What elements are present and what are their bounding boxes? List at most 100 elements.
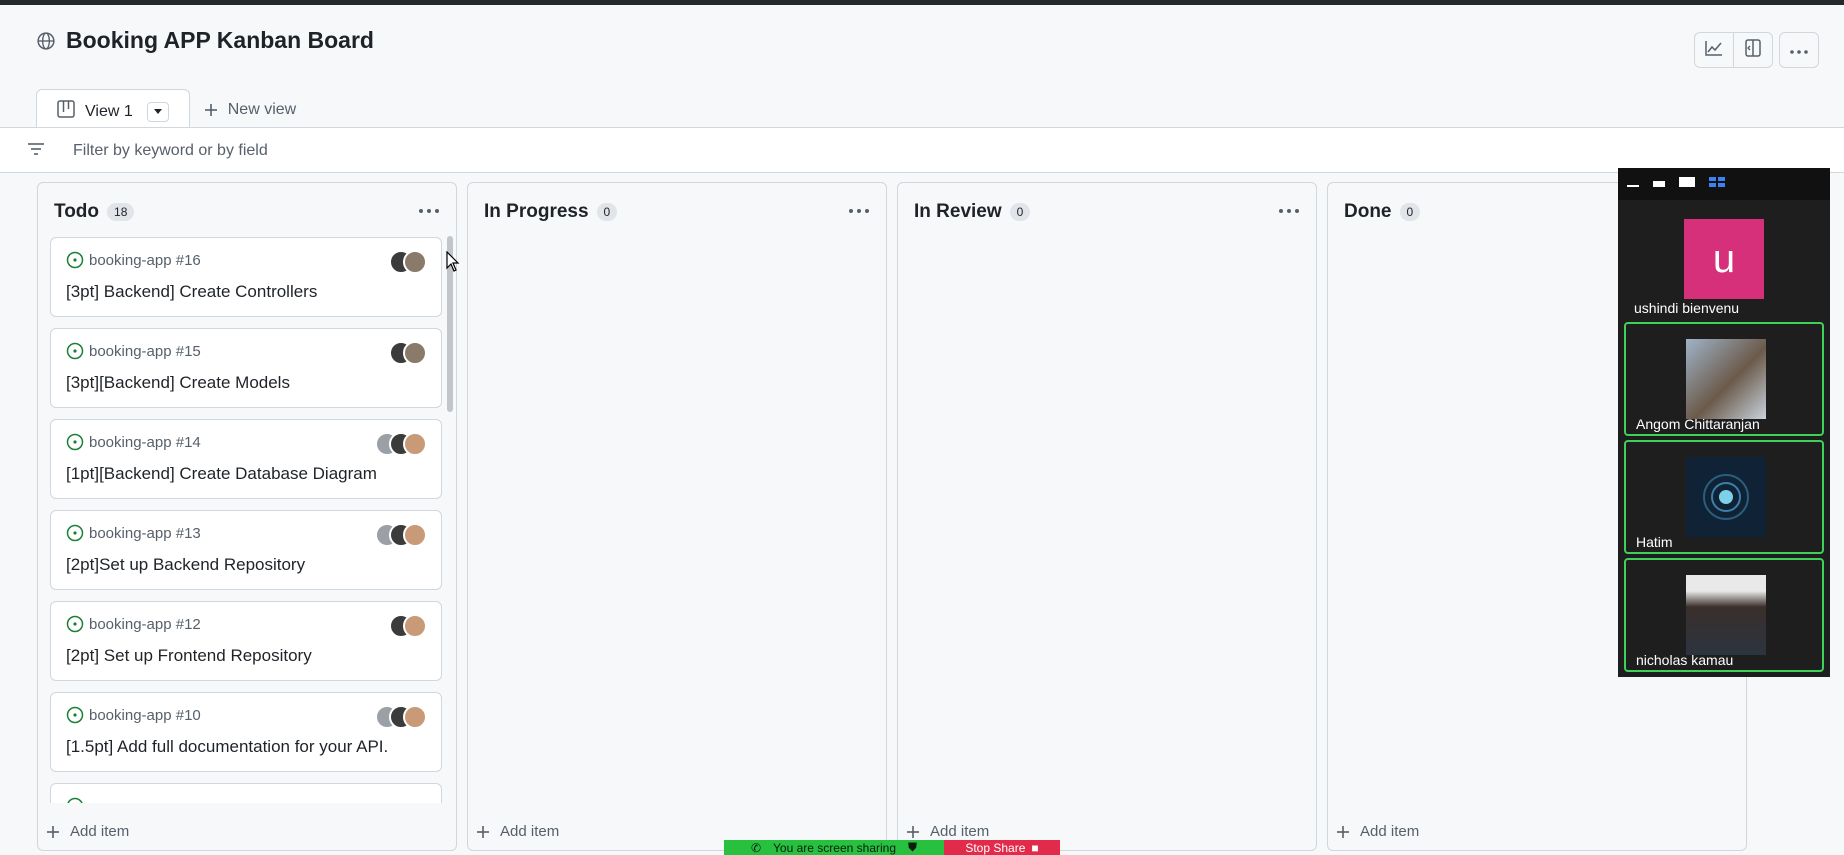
participant-tile[interactable]: Angom Chittaranjan xyxy=(1624,322,1824,436)
new-view-label: New view xyxy=(227,101,297,118)
project-header: Booking APP Kanban Board View 1 New view xyxy=(0,5,1844,133)
insights-button[interactable] xyxy=(1694,32,1734,68)
page-title: Booking APP Kanban Board xyxy=(66,27,374,53)
add-item-button[interactable]: Add item xyxy=(1336,823,1419,840)
panel-icon xyxy=(1745,38,1761,62)
issue-card[interactable]: booking-app #16 [3pt] Backend] Create Co… xyxy=(50,237,442,317)
participant-video xyxy=(1686,339,1766,419)
more-icon xyxy=(1790,41,1808,59)
column-menu-button[interactable] xyxy=(1276,201,1302,221)
assignees xyxy=(389,250,427,274)
card-ref-text: booking-app #10 xyxy=(89,706,201,724)
side-panel-button[interactable] xyxy=(1733,32,1773,68)
share-status-text: You are screen sharing xyxy=(773,840,897,855)
issue-open-icon xyxy=(67,797,83,803)
card-title: [2pt]Set up Backend Repository xyxy=(66,555,306,574)
card-ref-text: booking-app #13 xyxy=(89,524,201,542)
more-icon xyxy=(419,209,439,213)
column-in-progress: In Progress 0 Add item xyxy=(467,182,887,851)
plus-icon xyxy=(47,825,59,838)
shield-icon: ⛊ xyxy=(908,840,918,854)
title-row: Booking APP Kanban Board xyxy=(36,27,374,54)
screen-share-bar: ✆ You are screen sharing ⛊ Stop Share ■ xyxy=(724,840,1060,855)
mouse-cursor-icon xyxy=(446,250,460,278)
column-title: Todo xyxy=(54,201,100,222)
video-panel-toolbar xyxy=(1618,168,1830,200)
participant-tile[interactable]: nicholas kamau xyxy=(1624,558,1824,672)
card-title: [1.5pt] Add full documentation for your … xyxy=(66,737,389,756)
board-icon xyxy=(57,100,75,123)
stop-icon: ■ xyxy=(1031,840,1039,855)
column-count: 0 xyxy=(1399,203,1421,221)
add-item-button[interactable]: Add item xyxy=(46,823,129,840)
card-ref-text: booking-app #15 xyxy=(89,342,201,360)
new-view-button[interactable]: New view xyxy=(204,88,296,132)
caret-down-icon xyxy=(153,108,162,114)
stop-share-label: Stop Share xyxy=(965,840,1026,855)
gallery-view-icon[interactable] xyxy=(1708,175,1726,193)
column-title: In Review xyxy=(914,201,1002,222)
add-item-button[interactable]: Add item xyxy=(476,823,559,840)
share-status: ✆ You are screen sharing ⛊ xyxy=(724,840,944,855)
participant-name: nicholas kamau xyxy=(1636,652,1734,668)
filter-input[interactable] xyxy=(73,140,673,162)
column-header: In Progress 0 xyxy=(484,201,618,223)
assignees xyxy=(375,432,427,456)
issue-card[interactable]: booking-app #15 [3pt][Backend] Create Mo… xyxy=(50,328,442,408)
avatar xyxy=(403,705,427,729)
column-menu-button[interactable] xyxy=(416,201,442,221)
add-item-button[interactable]: Add item xyxy=(906,823,989,840)
add-item-label: Add item xyxy=(500,823,560,840)
participant-tile[interactable]: u ushindi bienvenu xyxy=(1624,204,1824,318)
card-title: [1pt][Backend] Create Database Diagram xyxy=(66,464,377,483)
column-title: Done xyxy=(1344,201,1392,222)
card-ref-text: booking-app #14 xyxy=(89,433,201,451)
avatar xyxy=(403,614,427,638)
add-item-label: Add item xyxy=(70,823,130,840)
issue-card[interactable]: booking-app #13 [2pt]Set up Backend Repo… xyxy=(50,510,442,590)
column-todo: Todo 18 booking-app #16 [3pt] Backend] C… xyxy=(37,182,457,851)
assignees xyxy=(375,705,427,729)
participant-avatar: u xyxy=(1684,219,1764,299)
column-in-review: In Review 0 Add item xyxy=(897,182,1317,851)
filter-icon[interactable] xyxy=(27,142,45,161)
column-header: In Review 0 xyxy=(914,201,1031,223)
issue-open-icon xyxy=(66,433,84,451)
issue-card-partial[interactable] xyxy=(50,783,442,803)
issue-open-icon xyxy=(66,706,84,724)
issue-card[interactable]: booking-app #14 [1pt][Backend] Create Da… xyxy=(50,419,442,499)
participant-name: ushindi bienvenu xyxy=(1634,300,1740,316)
stop-share-button[interactable]: Stop Share ■ xyxy=(944,840,1060,855)
participant-name: Hatim xyxy=(1636,534,1673,550)
assignees xyxy=(389,341,427,365)
plus-icon xyxy=(907,825,919,838)
card-ref: booking-app #14 xyxy=(66,433,201,451)
card-ref: booking-app #16 xyxy=(66,251,201,269)
participant-video xyxy=(1686,575,1766,655)
add-item-label: Add item xyxy=(1360,823,1420,840)
phone-icon: ✆ xyxy=(750,840,762,855)
card-title: [3pt] Backend] Create Controllers xyxy=(66,282,318,301)
minimize-icon[interactable] xyxy=(1626,175,1640,193)
column-menu-button[interactable] xyxy=(846,201,872,221)
header-actions xyxy=(1694,32,1819,68)
tab-options-button[interactable] xyxy=(146,101,169,122)
column-count: 0 xyxy=(596,203,618,221)
avatar xyxy=(403,250,427,274)
issue-open-icon xyxy=(66,342,84,360)
globe-icon xyxy=(36,31,56,51)
column-count: 18 xyxy=(107,203,135,221)
issue-card[interactable]: booking-app #10 [1.5pt] Add full documen… xyxy=(50,692,442,772)
issue-card[interactable]: booking-app #12 [2pt] Set up Frontend Re… xyxy=(50,601,442,681)
speaker-view-icon[interactable] xyxy=(1678,175,1696,193)
card-ref xyxy=(66,797,84,803)
participant-tile[interactable]: Hatim xyxy=(1624,440,1824,554)
add-item-label: Add item xyxy=(930,823,990,840)
small-view-icon[interactable] xyxy=(1652,175,1666,193)
assignees xyxy=(389,614,427,638)
plus-icon xyxy=(1337,825,1349,838)
participant-avatar xyxy=(1686,457,1766,537)
more-options-button[interactable] xyxy=(1779,32,1819,68)
participant-name: Angom Chittaranjan xyxy=(1636,416,1760,432)
more-icon xyxy=(1279,209,1299,213)
